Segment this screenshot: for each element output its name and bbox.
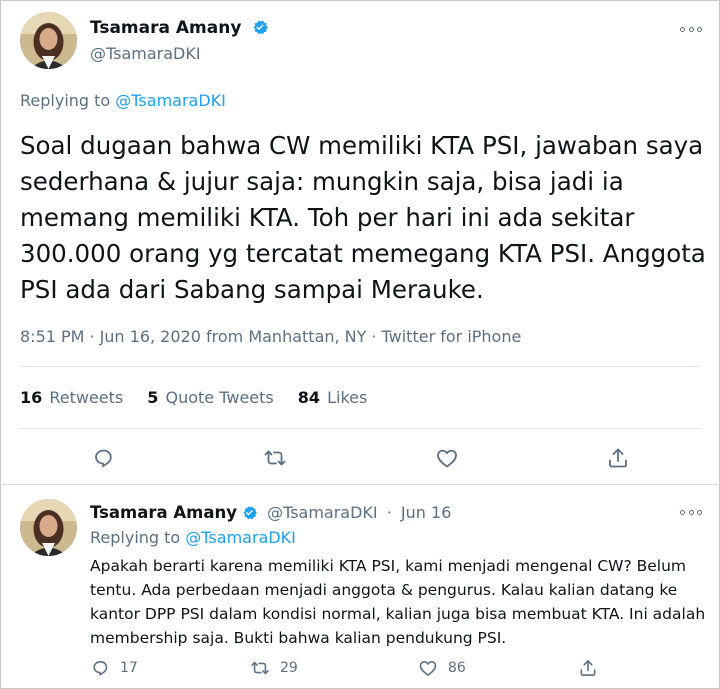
likes-stat[interactable]: 84 Likes (298, 388, 368, 407)
likes-count[interactable]: 84 (298, 388, 320, 407)
divider (20, 366, 700, 367)
replying-to-link[interactable]: @TsamaraDKI (115, 91, 226, 110)
tweet-date[interactable]: Jun 16, 2020 (100, 327, 201, 346)
tweet-metadata: 8:51 PM · Jun 16, 2020 from Manhattan, NY ·… (20, 327, 521, 346)
more-options-button[interactable] (680, 22, 702, 36)
retweets-label[interactable]: Retweets (49, 388, 123, 407)
quote-tweets-stat[interactable]: 5 Quote Tweets (147, 388, 273, 407)
share-button[interactable] (601, 441, 635, 475)
reply-share-button[interactable] (578, 658, 598, 678)
reply-date[interactable]: Jun 16 (401, 503, 451, 522)
author-name-text[interactable]: Tsamara Amany (90, 18, 241, 38)
reply-like-button[interactable]: 86 (418, 658, 466, 678)
tweet-separator (0, 484, 720, 485)
reply-header: Tsamara Amany @TsamaraDKI · Jun 16 (90, 503, 451, 522)
like-icon (419, 661, 437, 676)
like-icon (437, 449, 457, 468)
retweet-icon (251, 661, 269, 675)
replying-to-link[interactable]: @TsamaraDKI (185, 528, 296, 547)
retweets-count[interactable]: 16 (20, 388, 42, 407)
share-icon (609, 448, 627, 468)
replying-to-line: Replying to @TsamaraDKI (20, 91, 226, 110)
reply-separator: · (386, 503, 392, 522)
meta-separator: · (89, 327, 95, 346)
reply-icon (95, 449, 112, 467)
retweet-button[interactable] (258, 441, 292, 475)
tweet-source[interactable]: Twitter for iPhone (382, 327, 522, 346)
reply-button[interactable] (86, 441, 120, 475)
likes-label[interactable]: Likes (327, 388, 367, 407)
like-button[interactable] (430, 441, 464, 475)
replying-to-prefix: Replying to (20, 91, 111, 110)
share-icon (580, 660, 596, 676)
verified-badge-icon (253, 20, 269, 35)
reply-replying-to-line: Replying to @TsamaraDKI (90, 528, 296, 547)
meta-separator: · (371, 327, 377, 346)
reply-icon (93, 661, 108, 676)
author-avatar[interactable] (20, 12, 77, 69)
author-handle[interactable]: @TsamaraDKI (90, 44, 201, 63)
tweet-location[interactable]: from Manhattan, NY (206, 327, 366, 346)
reply-reply-button[interactable]: 17 (90, 658, 138, 678)
quote-tweets-label[interactable]: Quote Tweets (166, 388, 274, 407)
reply-author-avatar[interactable] (20, 499, 77, 556)
tweet-actions-bar (0, 441, 720, 475)
author-name[interactable]: Tsamara Amany (90, 18, 269, 38)
reply-author-name[interactable]: Tsamara Amany (90, 503, 237, 522)
divider (20, 428, 700, 429)
retweets-stat[interactable]: 16 Retweets (20, 388, 123, 407)
reply-tweet-text: Apakah berarti karena memiliki KTA PSI, … (90, 557, 706, 647)
retweet-icon (264, 450, 286, 466)
like-count: 86 (448, 660, 466, 676)
reply-count: 17 (120, 660, 138, 676)
tweet-time[interactable]: 8:51 PM (20, 327, 84, 346)
tweet-text: Soal dugaan bahwa CW memiliki KTA PSI, j… (20, 131, 706, 304)
engagement-stats: 16 Retweets 5 Quote Tweets 84 Likes (20, 388, 367, 407)
replying-to-prefix: Replying to (90, 528, 181, 547)
reply-author-handle[interactable]: @TsamaraDKI (267, 503, 378, 522)
quote-tweets-count[interactable]: 5 (147, 388, 158, 407)
retweet-count: 29 (280, 660, 298, 676)
reply-actions-bar: 17 29 86 (90, 658, 710, 684)
reply-more-options-button[interactable] (680, 505, 702, 519)
verified-badge-icon (243, 506, 257, 520)
reply-retweet-button[interactable]: 29 (250, 658, 298, 678)
